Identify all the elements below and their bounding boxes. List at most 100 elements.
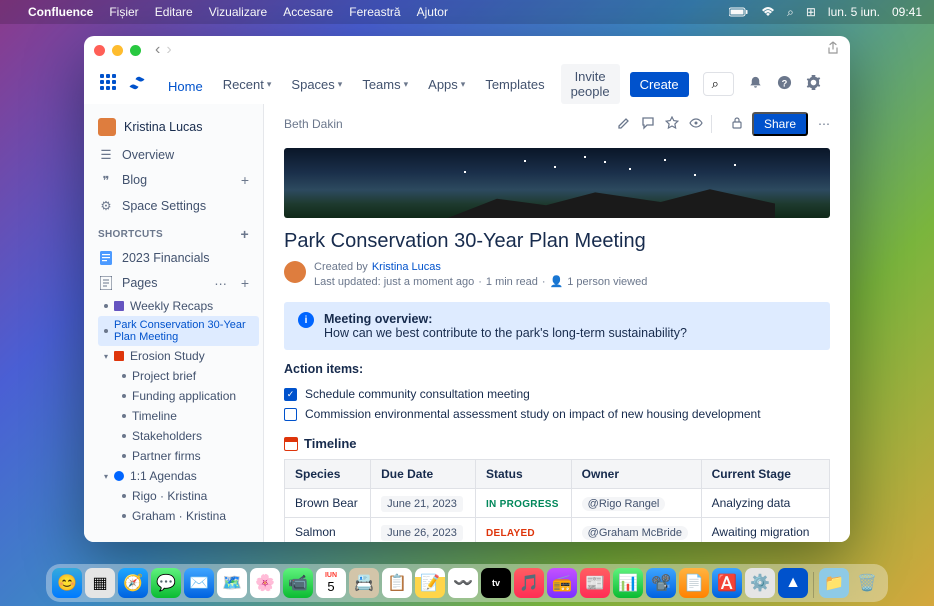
tree-project-brief[interactable]: Project brief: [116, 366, 259, 386]
dock-finder[interactable]: 😊: [52, 568, 82, 598]
timeline-heading: Timeline: [284, 436, 830, 451]
dock-safari[interactable]: 🧭: [118, 568, 148, 598]
more-actions-icon[interactable]: ⋯: [818, 117, 830, 131]
dock-news[interactable]: 📰: [580, 568, 610, 598]
nav-forward-icon[interactable]: ›: [166, 41, 171, 59]
battery-icon[interactable]: [729, 7, 749, 17]
cell-species: Salmon: [285, 518, 371, 543]
nav-home[interactable]: Home: [160, 75, 211, 106]
add-shortcut-icon[interactable]: +: [241, 226, 249, 242]
menu-edit[interactable]: Editare: [155, 5, 193, 19]
comment-icon[interactable]: [641, 116, 655, 133]
dock-keynote[interactable]: 📽️: [646, 568, 676, 598]
menubar-time[interactable]: 09:41: [892, 5, 922, 19]
menu-window[interactable]: Fereastră: [349, 5, 400, 19]
app-switcher-icon[interactable]: [100, 74, 116, 94]
dock-numbers[interactable]: 📊: [613, 568, 643, 598]
menubar-app-name[interactable]: Confluence: [28, 5, 93, 19]
sidebar-blog[interactable]: ❞ Blog +: [88, 167, 259, 193]
help-icon[interactable]: ?: [777, 75, 792, 93]
share-button[interactable]: Share: [752, 112, 808, 136]
restrictions-icon[interactable]: [730, 116, 744, 133]
tree-graham[interactable]: Graham · Kristina: [116, 506, 259, 526]
notifications-icon[interactable]: [748, 75, 763, 93]
expand-icon[interactable]: ▾: [104, 352, 108, 361]
action-item-1[interactable]: ✓ Schedule community consultation meetin…: [284, 384, 830, 404]
expand-icon[interactable]: ▾: [104, 472, 108, 481]
dock-messages[interactable]: 💬: [151, 568, 181, 598]
confluence-logo-icon[interactable]: [128, 74, 146, 95]
add-blog-icon[interactable]: +: [241, 172, 249, 188]
watch-icon[interactable]: [689, 116, 703, 133]
search-box[interactable]: ⌕: [703, 72, 734, 96]
breadcrumb-owner[interactable]: Beth Dakin: [284, 117, 343, 131]
close-window-button[interactable]: [94, 45, 105, 56]
star-icon[interactable]: [665, 116, 679, 133]
sidebar-pages[interactable]: Pages ⋯ +: [88, 270, 259, 296]
nav-recent[interactable]: Recent▾: [215, 73, 280, 96]
menu-go[interactable]: Accesare: [283, 5, 333, 19]
checkbox-checked[interactable]: ✓: [284, 388, 297, 401]
tree-park-plan[interactable]: Park Conservation 30-Year Plan Meeting: [98, 316, 259, 346]
zoom-window-button[interactable]: [130, 45, 141, 56]
tree-erosion-study[interactable]: ▾ Erosion Study: [98, 346, 259, 366]
tree-stakeholders[interactable]: Stakeholders: [116, 426, 259, 446]
nav-templates[interactable]: Templates: [477, 73, 552, 96]
menu-file[interactable]: Fișier: [109, 5, 138, 19]
dock-calendar[interactable]: IUN5: [316, 568, 346, 598]
user-mention[interactable]: @Rigo Rangel: [582, 497, 666, 511]
minimize-window-button[interactable]: [112, 45, 123, 56]
user-mention[interactable]: @Graham McBride: [582, 526, 688, 540]
dock-atlassian[interactable]: ▲: [778, 568, 808, 598]
shortcut-financials[interactable]: 2023 Financials: [88, 246, 259, 270]
control-center-icon[interactable]: ⊞: [806, 5, 816, 19]
menu-view[interactable]: Vizualizare: [209, 5, 267, 19]
dock-appstore[interactable]: 🅰️: [712, 568, 742, 598]
sidebar-overview[interactable]: ☰ Overview: [88, 142, 259, 167]
sidebar-space-settings[interactable]: ⚙ Space Settings: [88, 193, 259, 218]
tree-partner-firms[interactable]: Partner firms: [116, 446, 259, 466]
add-page-icon[interactable]: +: [241, 275, 249, 291]
dock-mail[interactable]: ✉️: [184, 568, 214, 598]
tree-funding-app[interactable]: Funding application: [116, 386, 259, 406]
menubar-date[interactable]: lun. 5 iun.: [828, 5, 880, 19]
tree-rigo[interactable]: Rigo · Kristina: [116, 486, 259, 506]
spotlight-icon[interactable]: ⌕: [787, 5, 794, 20]
dock-maps[interactable]: 🗺️: [217, 568, 247, 598]
tree-agendas[interactable]: ▾ 1:1 Agendas: [98, 466, 259, 486]
dock-notes[interactable]: 📝: [415, 568, 445, 598]
dock-music[interactable]: 🎵: [514, 568, 544, 598]
create-button[interactable]: Create: [630, 72, 689, 97]
checkbox-unchecked[interactable]: [284, 408, 297, 421]
pages-more-icon[interactable]: ⋯: [214, 276, 227, 291]
edit-icon[interactable]: [617, 116, 631, 133]
tree-weekly-recaps[interactable]: Weekly Recaps: [98, 296, 259, 316]
dock-downloads[interactable]: 📁: [819, 568, 849, 598]
nav-back-icon[interactable]: ‹: [155, 41, 160, 59]
invite-button[interactable]: Invite people: [561, 64, 620, 104]
dock-reminders[interactable]: 📋: [382, 568, 412, 598]
created-by-link[interactable]: Kristina Lucas: [372, 261, 441, 273]
nav-apps[interactable]: Apps▾: [420, 73, 473, 96]
tree-timeline[interactable]: Timeline: [116, 406, 259, 426]
author-avatar-icon[interactable]: [284, 261, 306, 283]
dock-settings[interactable]: ⚙️: [745, 568, 775, 598]
wifi-icon[interactable]: [761, 7, 775, 17]
nav-teams[interactable]: Teams▾: [354, 73, 416, 96]
nav-spaces[interactable]: Spaces▾: [283, 73, 350, 96]
share-sheet-icon[interactable]: [826, 41, 840, 60]
action-item-2[interactable]: Commission environmental assessment stud…: [284, 404, 830, 424]
search-icon: ⌕: [712, 76, 719, 92]
dock-pages[interactable]: 📄: [679, 568, 709, 598]
dock-trash[interactable]: 🗑️: [852, 568, 882, 598]
dock-facetime[interactable]: 📹: [283, 568, 313, 598]
dock-freeform[interactable]: 〰️: [448, 568, 478, 598]
dock-photos[interactable]: 🌸: [250, 568, 280, 598]
dock-contacts[interactable]: 📇: [349, 568, 379, 598]
sidebar-space-header[interactable]: Kristina Lucas: [88, 112, 259, 142]
dock-launchpad[interactable]: ▦: [85, 568, 115, 598]
menu-help[interactable]: Ajutor: [417, 5, 448, 19]
dock-tv[interactable]: tv: [481, 568, 511, 598]
settings-icon[interactable]: [806, 75, 821, 93]
dock-podcasts[interactable]: 📻: [547, 568, 577, 598]
